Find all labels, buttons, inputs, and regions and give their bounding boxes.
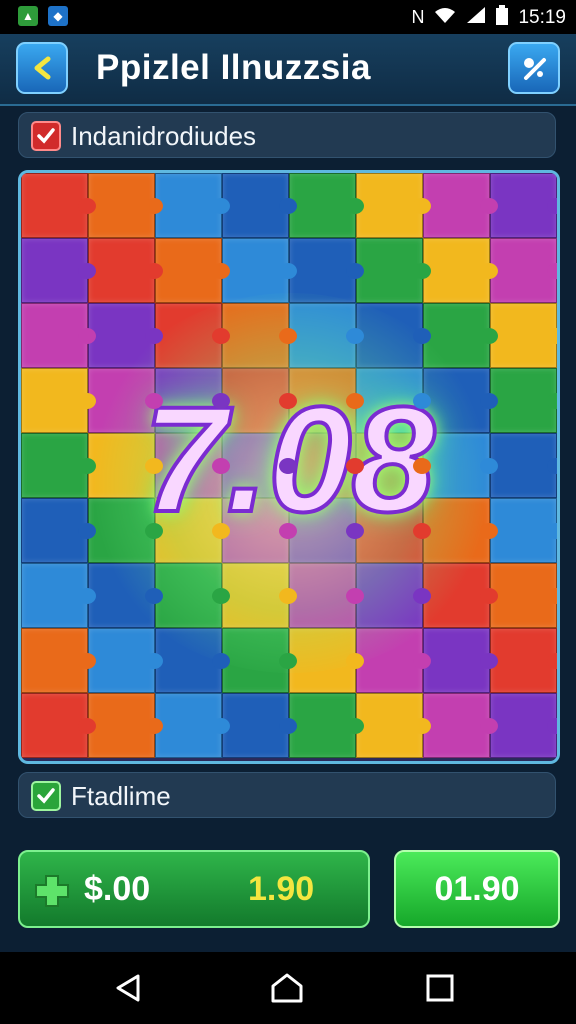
puzzle-piece[interactable] (289, 173, 364, 238)
battery-icon (496, 5, 509, 30)
nav-back-icon[interactable] (112, 972, 144, 1004)
option-row-bottom[interactable]: Ftadlime (18, 772, 556, 818)
app-notification-icon: ▲ (18, 6, 38, 26)
puzzle-piece[interactable] (490, 628, 557, 693)
page-title: Ppizlel Ilnuzzsia (96, 48, 371, 87)
checkbox-top[interactable] (31, 121, 61, 151)
puzzle-piece[interactable] (88, 173, 163, 238)
puzzle-piece[interactable] (88, 238, 163, 303)
wifi-icon (434, 6, 456, 29)
puzzle-piece[interactable] (490, 173, 557, 238)
puzzle-plus-icon (35, 875, 69, 907)
puzzle-piece[interactable] (21, 563, 96, 628)
nav-recents-icon[interactable] (424, 972, 456, 1004)
puzzle-piece[interactable] (21, 628, 96, 693)
puzzle-piece[interactable] (289, 693, 364, 758)
status-app-icons: ▲ ◆ (18, 6, 68, 26)
settings-button[interactable] (508, 42, 560, 94)
puzzle-piece[interactable] (21, 303, 96, 368)
puzzle-piece[interactable] (490, 238, 557, 303)
option-label-bottom: Ftadlime (71, 781, 171, 811)
purchase-bar[interactable]: $.00 1.90 (18, 850, 370, 928)
amount-label: 1.90 (248, 870, 315, 908)
status-time: 15:19 (518, 6, 566, 28)
puzzle-piece[interactable] (222, 693, 297, 758)
app-bar: Ppizlel Ilnuzzsia (0, 34, 576, 106)
chevron-left-icon (34, 56, 51, 80)
puzzle-piece[interactable] (155, 693, 230, 758)
back-button[interactable] (16, 42, 68, 94)
puzzle-piece[interactable] (21, 173, 96, 238)
puzzle-piece[interactable] (21, 238, 96, 303)
puzzle-piece[interactable] (423, 173, 498, 238)
puzzle-piece[interactable] (490, 563, 557, 628)
puzzle-piece[interactable] (21, 693, 96, 758)
puzzle-piece[interactable] (222, 173, 297, 238)
puzzle-piece[interactable] (88, 693, 163, 758)
settings-icon (524, 58, 546, 80)
checkbox-bottom[interactable] (31, 781, 61, 811)
option-label-top: Indanidrodiudes (71, 121, 257, 151)
puzzle-piece[interactable] (490, 303, 557, 368)
puzzle-piece[interactable] (423, 628, 498, 693)
status-right: N 15:19 (411, 5, 566, 30)
navigation-bar (0, 952, 576, 1024)
puzzle-piece[interactable] (490, 693, 557, 758)
puzzle-piece[interactable] (88, 628, 163, 693)
status-bar: ▲ ◆ N 15:19 (0, 0, 576, 34)
price-label: $.00 (84, 870, 151, 908)
signal-icon (466, 6, 486, 29)
buy-button[interactable]: 01.90 (394, 850, 560, 928)
puzzle-piece[interactable] (356, 173, 431, 238)
puzzle-piece[interactable] (356, 693, 431, 758)
puzzle-board[interactable]: 7.08 (18, 170, 560, 764)
checkmark-icon (37, 128, 55, 144)
app-notification-icon: ◆ (48, 6, 68, 26)
puzzle-piece[interactable] (423, 693, 498, 758)
nfc-icon: N (411, 7, 425, 27)
option-row-top[interactable]: Indanidrodiudes (18, 112, 556, 158)
puzzle-piece[interactable] (155, 238, 230, 303)
nav-home-icon[interactable] (270, 972, 304, 1004)
puzzle-piece[interactable] (155, 173, 230, 238)
puzzle-piece[interactable] (356, 238, 431, 303)
checkmark-icon (37, 788, 55, 804)
puzzle-piece[interactable] (423, 238, 498, 303)
